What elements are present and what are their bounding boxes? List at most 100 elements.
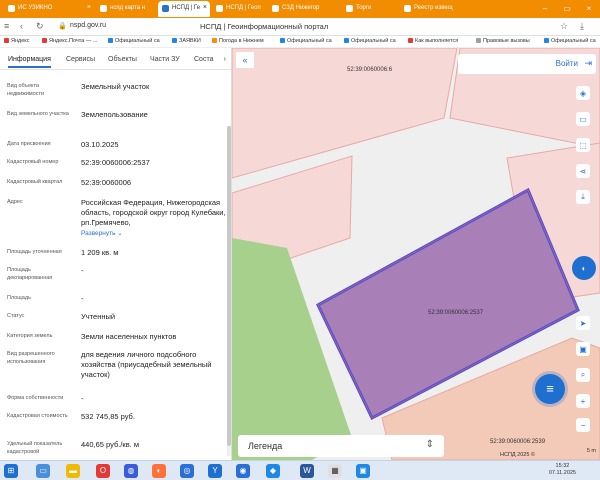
close-window-icon[interactable]: × [578, 0, 600, 18]
menu-fab-button[interactable]: ≡ [535, 374, 565, 404]
task-view-icon[interactable]: ▭ [36, 464, 50, 478]
bookmark-icon [544, 38, 549, 43]
bookmark-icon [42, 38, 47, 43]
field-value: 03.10.2025 [81, 140, 119, 149]
legend-dropdown[interactable]: Легенда ⇕ [238, 435, 444, 457]
url-field[interactable]: nspd.gov.ru [70, 22, 106, 29]
tab-parts[interactable]: Части ЗУ [150, 56, 180, 63]
download-icon[interactable]: ⤓ [580, 21, 584, 32]
bookmark-star-icon[interactable]: ☆ [560, 21, 568, 32]
ruler-icon[interactable]: ▭ [576, 112, 590, 126]
zoom-out-icon[interactable]: − [576, 418, 590, 432]
close-icon[interactable]: × [87, 4, 91, 11]
download-map-icon[interactable]: ⤓ [576, 190, 590, 204]
browser-tab[interactable]: СЗД Нижегор [268, 1, 330, 17]
expand-link[interactable]: Развернуть ⌄ [81, 230, 123, 237]
locate-icon[interactable]: ➤ [576, 316, 590, 330]
bookmark-icon [408, 38, 413, 43]
bookmark-item[interactable]: Официальный са [108, 38, 160, 44]
os-taskbar: ⊞ ▭ ▬ O ◍ ◐ ◎ Y ◉ ◆ W ▦ ▣ 15:32 07.11.202… [0, 460, 600, 480]
bookmark-item[interactable]: Яндекс.Почта — ... [42, 38, 97, 44]
collapse-panel-button[interactable]: « [236, 52, 254, 68]
browser-tab[interactable]: ИС УЗИКНО × [4, 1, 94, 17]
bookmark-icon [108, 38, 113, 43]
field-label: Площадь декларированная [7, 267, 53, 281]
field-value: Земельный участок [81, 82, 150, 91]
print-icon[interactable]: ▣ [576, 342, 590, 356]
app-icon[interactable]: ▦ [328, 464, 342, 478]
file-explorer-icon[interactable]: ▬ [66, 464, 80, 478]
bookmark-item[interactable]: Погода в Нижнем [212, 38, 264, 44]
tabs-more-icon[interactable]: › [224, 56, 226, 63]
tab-composition[interactable]: Соста [194, 56, 213, 63]
app-icon[interactable]: ◍ [124, 464, 138, 478]
share-icon[interactable]: ⋖ [576, 164, 590, 178]
bookmark-item[interactable]: Как выполняется [408, 38, 458, 44]
address-bar: ≡ ‹ ↻ 🔒 nspd.gov.ru НСПД | Геоинформацио… [0, 18, 600, 36]
bookmarks-bar: Яндекс Яндекс.Почта — ... Официальный са… [0, 36, 600, 48]
bookmark-item[interactable]: Яндекс [4, 38, 30, 44]
tab-services[interactable]: Сервисы [66, 56, 95, 63]
bookmark-icon [4, 38, 9, 43]
field-label: Кадастровая стоимость [7, 413, 68, 419]
login-label: Войти [555, 59, 578, 68]
chrome-icon[interactable]: ◎ [180, 464, 194, 478]
login-button[interactable]: Войти ⇥ [458, 54, 596, 74]
field-label: Форма собственности [7, 395, 64, 401]
tab-label: Реестр извещ [414, 5, 453, 11]
map-view[interactable]: 52:39:0060006:2537 52:39:0060006:6 52:39… [232, 48, 600, 460]
taskbar-clock[interactable]: 15:32 07.11.2025 [549, 463, 576, 477]
map-credit: НСПД 2025 © [500, 452, 535, 458]
start-icon[interactable]: ⊞ [4, 464, 18, 478]
menu-icon[interactable]: ≡ [4, 21, 9, 31]
yandex-icon[interactable]: Y [208, 464, 222, 478]
bookmark-icon [280, 38, 285, 43]
bookmark-icon [172, 38, 177, 43]
bookmark-item[interactable]: Официальный са [544, 38, 596, 44]
browser-tab[interactable]: НСПД | Геоп [212, 1, 267, 17]
app-icon[interactable]: ▣ [356, 464, 370, 478]
tab-objects[interactable]: Объекты [108, 56, 137, 63]
bookmark-item[interactable]: Официальный са [280, 38, 332, 44]
field-value: Учтенный [81, 312, 116, 321]
bookmark-item[interactable]: ЗАЯВКИ [172, 38, 201, 44]
word-icon[interactable]: W [300, 464, 314, 478]
browser-icon[interactable]: ◉ [236, 464, 250, 478]
scrollbar-thumb[interactable] [227, 126, 231, 446]
field-label: Статус [7, 313, 25, 319]
field-value: 532 745,85 руб. [81, 412, 135, 421]
firefox-icon[interactable]: ◐ [152, 464, 166, 478]
browser-tab-active[interactable]: НСПД | Ге × [158, 1, 210, 17]
bookmark-item[interactable]: Правовые вызовы [476, 38, 530, 44]
field-label: Вид разрешенного использования [7, 351, 55, 365]
field-value: 1 209 кв. м [81, 248, 119, 257]
bookmark-icon [476, 38, 481, 43]
zoom-in-icon[interactable]: + [576, 394, 590, 408]
browser-tab[interactable]: нспд карта н [96, 1, 156, 17]
select-area-icon[interactable]: ⬚ [576, 138, 590, 152]
assistant-icon[interactable]: ◐ [572, 256, 596, 280]
parcel-label-bottom: 52:39:0060006:2539 [490, 439, 546, 445]
tab-label: НСПД | Геоп [226, 5, 261, 11]
back-icon[interactable]: ‹ [20, 21, 23, 31]
bookmark-item[interactable]: Официальный са [344, 38, 396, 44]
field-value: для ведения личного подсобного хозяйства… [81, 350, 212, 379]
field-label: Удельный показатель кадастровой [7, 441, 63, 455]
browser-tab[interactable]: Торги [342, 1, 392, 17]
opera-icon[interactable]: O [96, 464, 110, 478]
chevron-down-icon: ⌄ [117, 230, 123, 237]
layers-icon[interactable]: ◈ [576, 86, 590, 100]
app-icon[interactable]: ◆ [266, 464, 280, 478]
maximize-icon[interactable]: ▭ [556, 0, 578, 18]
close-icon[interactable]: × [203, 4, 207, 11]
minimize-icon[interactable]: – [534, 0, 556, 18]
browser-tab[interactable]: Реестр извещ [400, 1, 458, 17]
tab-information[interactable]: Информация [8, 56, 51, 68]
tab-favicon [162, 5, 169, 12]
field-label: Адрес [7, 199, 23, 205]
bookmark-icon [212, 38, 217, 43]
field-label: Категория земель [7, 333, 53, 339]
search-map-icon[interactable]: ⌕ [576, 368, 590, 382]
reload-icon[interactable]: ↻ [36, 21, 44, 32]
tab-favicon [404, 5, 411, 12]
